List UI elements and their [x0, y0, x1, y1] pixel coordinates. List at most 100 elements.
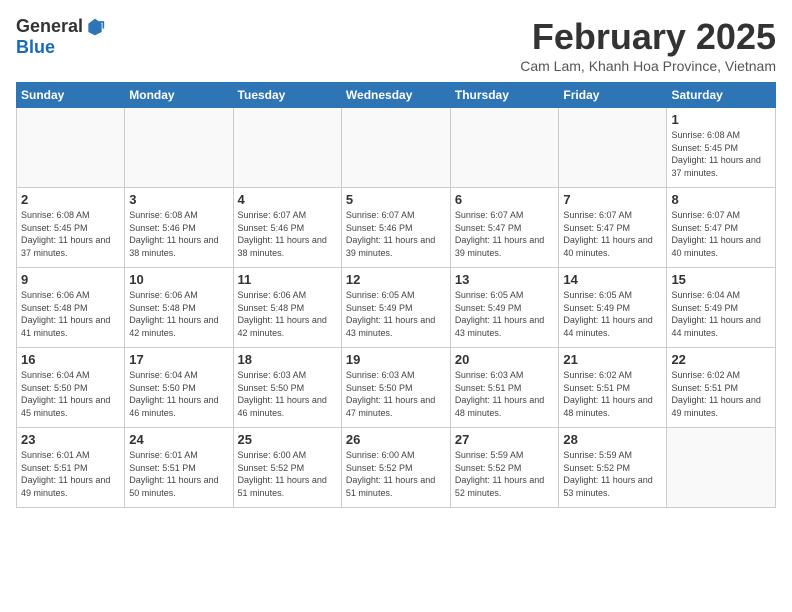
day-info: Sunrise: 6:03 AM Sunset: 5:51 PM Dayligh… — [455, 369, 555, 419]
day-cell: 2Sunrise: 6:08 AM Sunset: 5:45 PM Daylig… — [17, 188, 125, 268]
day-cell — [559, 108, 667, 188]
day-number: 8 — [671, 192, 771, 207]
day-cell: 28Sunrise: 5:59 AM Sunset: 5:52 PM Dayli… — [559, 428, 667, 508]
day-info: Sunrise: 6:04 AM Sunset: 5:50 PM Dayligh… — [129, 369, 228, 419]
day-cell: 1 Sunrise: 6:08 AM Sunset: 5:45 PM Daylig… — [667, 108, 776, 188]
day-cell: 25 Sunrise: 6:00 AM Sunset: 5:52 PM Dayli… — [233, 428, 341, 508]
day-cell — [667, 428, 776, 508]
day-number: 13 — [455, 272, 555, 287]
day-number: 4 — [238, 192, 337, 207]
day-info: Sunrise: 6:08 AM Sunset: 5:46 PM Dayligh… — [129, 209, 228, 259]
day-cell: 17 Sunrise: 6:04 AM Sunset: 5:50 PM Dayli… — [125, 348, 233, 428]
day-cell: 13 Sunrise: 6:05 AM Sunset: 5:49 PM Dayli… — [450, 268, 559, 348]
day-cell: 18 Sunrise: 6:03 AM Sunset: 5:50 PM Dayli… — [233, 348, 341, 428]
day-cell: 3 Sunrise: 6:08 AM Sunset: 5:46 PM Daylig… — [125, 188, 233, 268]
day-cell: 16 Sunrise: 6:04 AM Sunset: 5:50 PM Dayli… — [17, 348, 125, 428]
day-number: 9 — [21, 272, 120, 287]
weekday-header-saturday: Saturday — [667, 83, 776, 108]
day-cell: 7 Sunrise: 6:07 AM Sunset: 5:47 PM Daylig… — [559, 188, 667, 268]
day-number: 14 — [563, 272, 662, 287]
day-info: Sunrise: 6:05 AM Sunset: 5:49 PM Dayligh… — [346, 289, 446, 339]
weekday-header-monday: Monday — [125, 83, 233, 108]
weekday-header-tuesday: Tuesday — [233, 83, 341, 108]
day-info: Sunrise: 6:02 AM Sunset: 5:51 PM Dayligh… — [563, 369, 662, 419]
day-cell: 5 Sunrise: 6:07 AM Sunset: 5:46 PM Daylig… — [341, 188, 450, 268]
day-cell — [341, 108, 450, 188]
day-info: Sunrise: 6:00 AM Sunset: 5:52 PM Dayligh… — [346, 449, 446, 499]
day-number: 23 — [21, 432, 120, 447]
logo: General Blue — [16, 16, 105, 58]
day-cell: 21 Sunrise: 6:02 AM Sunset: 5:51 PM Dayli… — [559, 348, 667, 428]
day-info: Sunrise: 6:06 AM Sunset: 5:48 PM Dayligh… — [129, 289, 228, 339]
day-info: Sunrise: 5:59 AM Sunset: 5:52 PM Dayligh… — [563, 449, 662, 499]
day-number: 1 — [671, 112, 771, 127]
calendar-table: SundayMondayTuesdayWednesdayThursdayFrid… — [16, 82, 776, 508]
day-info: Sunrise: 6:07 AM Sunset: 5:46 PM Dayligh… — [346, 209, 446, 259]
week-row-1: 2Sunrise: 6:08 AM Sunset: 5:45 PM Daylig… — [17, 188, 776, 268]
day-info: Sunrise: 6:03 AM Sunset: 5:50 PM Dayligh… — [346, 369, 446, 419]
day-cell: 11 Sunrise: 6:06 AM Sunset: 5:48 PM Dayli… — [233, 268, 341, 348]
day-cell: 15 Sunrise: 6:04 AM Sunset: 5:49 PM Dayli… — [667, 268, 776, 348]
day-number: 17 — [129, 352, 228, 367]
day-cell: 23 Sunrise: 6:01 AM Sunset: 5:51 PM Dayli… — [17, 428, 125, 508]
logo-blue-text: Blue — [16, 37, 55, 58]
day-info: Sunrise: 6:04 AM Sunset: 5:50 PM Dayligh… — [21, 369, 120, 419]
day-number: 18 — [238, 352, 337, 367]
day-number: 12 — [346, 272, 446, 287]
day-info: Sunrise: 6:03 AM Sunset: 5:50 PM Dayligh… — [238, 369, 337, 419]
day-info: Sunrise: 6:05 AM Sunset: 5:49 PM Dayligh… — [455, 289, 555, 339]
day-cell: 27 Sunrise: 5:59 AM Sunset: 5:52 PM Dayli… — [450, 428, 559, 508]
week-row-4: 23 Sunrise: 6:01 AM Sunset: 5:51 PM Dayli… — [17, 428, 776, 508]
day-info: Sunrise: 6:07 AM Sunset: 5:46 PM Dayligh… — [238, 209, 337, 259]
logo-general-text: General — [16, 16, 83, 37]
day-info: Sunrise: 6:00 AM Sunset: 5:52 PM Dayligh… — [238, 449, 337, 499]
day-cell: 20 Sunrise: 6:03 AM Sunset: 5:51 PM Dayli… — [450, 348, 559, 428]
day-info: Sunrise: 6:07 AM Sunset: 5:47 PM Dayligh… — [563, 209, 662, 259]
day-number: 21 — [563, 352, 662, 367]
day-number: 11 — [238, 272, 337, 287]
day-info: Sunrise: 6:08 AM Sunset: 5:45 PM Dayligh… — [671, 129, 771, 179]
day-info: Sunrise: 6:07 AM Sunset: 5:47 PM Dayligh… — [455, 209, 555, 259]
title-block: February 2025 Cam Lam, Khanh Hoa Provinc… — [520, 16, 776, 74]
day-number: 27 — [455, 432, 555, 447]
day-info: Sunrise: 6:07 AM Sunset: 5:47 PM Dayligh… — [671, 209, 771, 259]
day-cell: 19 Sunrise: 6:03 AM Sunset: 5:50 PM Dayli… — [341, 348, 450, 428]
day-number: 3 — [129, 192, 228, 207]
day-cell: 22Sunrise: 6:02 AM Sunset: 5:51 PM Dayli… — [667, 348, 776, 428]
weekday-header-sunday: Sunday — [17, 83, 125, 108]
day-cell: 26Sunrise: 6:00 AM Sunset: 5:52 PM Dayli… — [341, 428, 450, 508]
page-header: General Blue February 2025 Cam Lam, Khan… — [16, 16, 776, 74]
day-info: Sunrise: 6:04 AM Sunset: 5:49 PM Dayligh… — [671, 289, 771, 339]
day-number: 25 — [238, 432, 337, 447]
day-info: Sunrise: 6:01 AM Sunset: 5:51 PM Dayligh… — [21, 449, 120, 499]
weekday-header-row: SundayMondayTuesdayWednesdayThursdayFrid… — [17, 83, 776, 108]
day-cell: 12 Sunrise: 6:05 AM Sunset: 5:49 PM Dayli… — [341, 268, 450, 348]
day-number: 5 — [346, 192, 446, 207]
day-number: 19 — [346, 352, 446, 367]
day-info: Sunrise: 6:05 AM Sunset: 5:49 PM Dayligh… — [563, 289, 662, 339]
location: Cam Lam, Khanh Hoa Province, Vietnam — [520, 58, 776, 74]
day-number: 22 — [671, 352, 771, 367]
day-cell: 6 Sunrise: 6:07 AM Sunset: 5:47 PM Daylig… — [450, 188, 559, 268]
day-number: 6 — [455, 192, 555, 207]
month-title: February 2025 — [520, 16, 776, 58]
day-cell: 9 Sunrise: 6:06 AM Sunset: 5:48 PM Daylig… — [17, 268, 125, 348]
day-cell — [125, 108, 233, 188]
day-info: Sunrise: 5:59 AM Sunset: 5:52 PM Dayligh… — [455, 449, 555, 499]
day-cell: 4 Sunrise: 6:07 AM Sunset: 5:46 PM Daylig… — [233, 188, 341, 268]
day-number: 20 — [455, 352, 555, 367]
logo-icon — [85, 17, 105, 37]
week-row-3: 16 Sunrise: 6:04 AM Sunset: 5:50 PM Dayli… — [17, 348, 776, 428]
weekday-header-thursday: Thursday — [450, 83, 559, 108]
day-cell — [233, 108, 341, 188]
day-number: 24 — [129, 432, 228, 447]
week-row-0: 1 Sunrise: 6:08 AM Sunset: 5:45 PM Daylig… — [17, 108, 776, 188]
day-info: Sunrise: 6:06 AM Sunset: 5:48 PM Dayligh… — [238, 289, 337, 339]
day-info: Sunrise: 6:06 AM Sunset: 5:48 PM Dayligh… — [21, 289, 120, 339]
day-cell — [17, 108, 125, 188]
day-number: 15 — [671, 272, 771, 287]
day-cell: 24Sunrise: 6:01 AM Sunset: 5:51 PM Dayli… — [125, 428, 233, 508]
day-number: 16 — [21, 352, 120, 367]
day-number: 7 — [563, 192, 662, 207]
day-number: 2 — [21, 192, 120, 207]
